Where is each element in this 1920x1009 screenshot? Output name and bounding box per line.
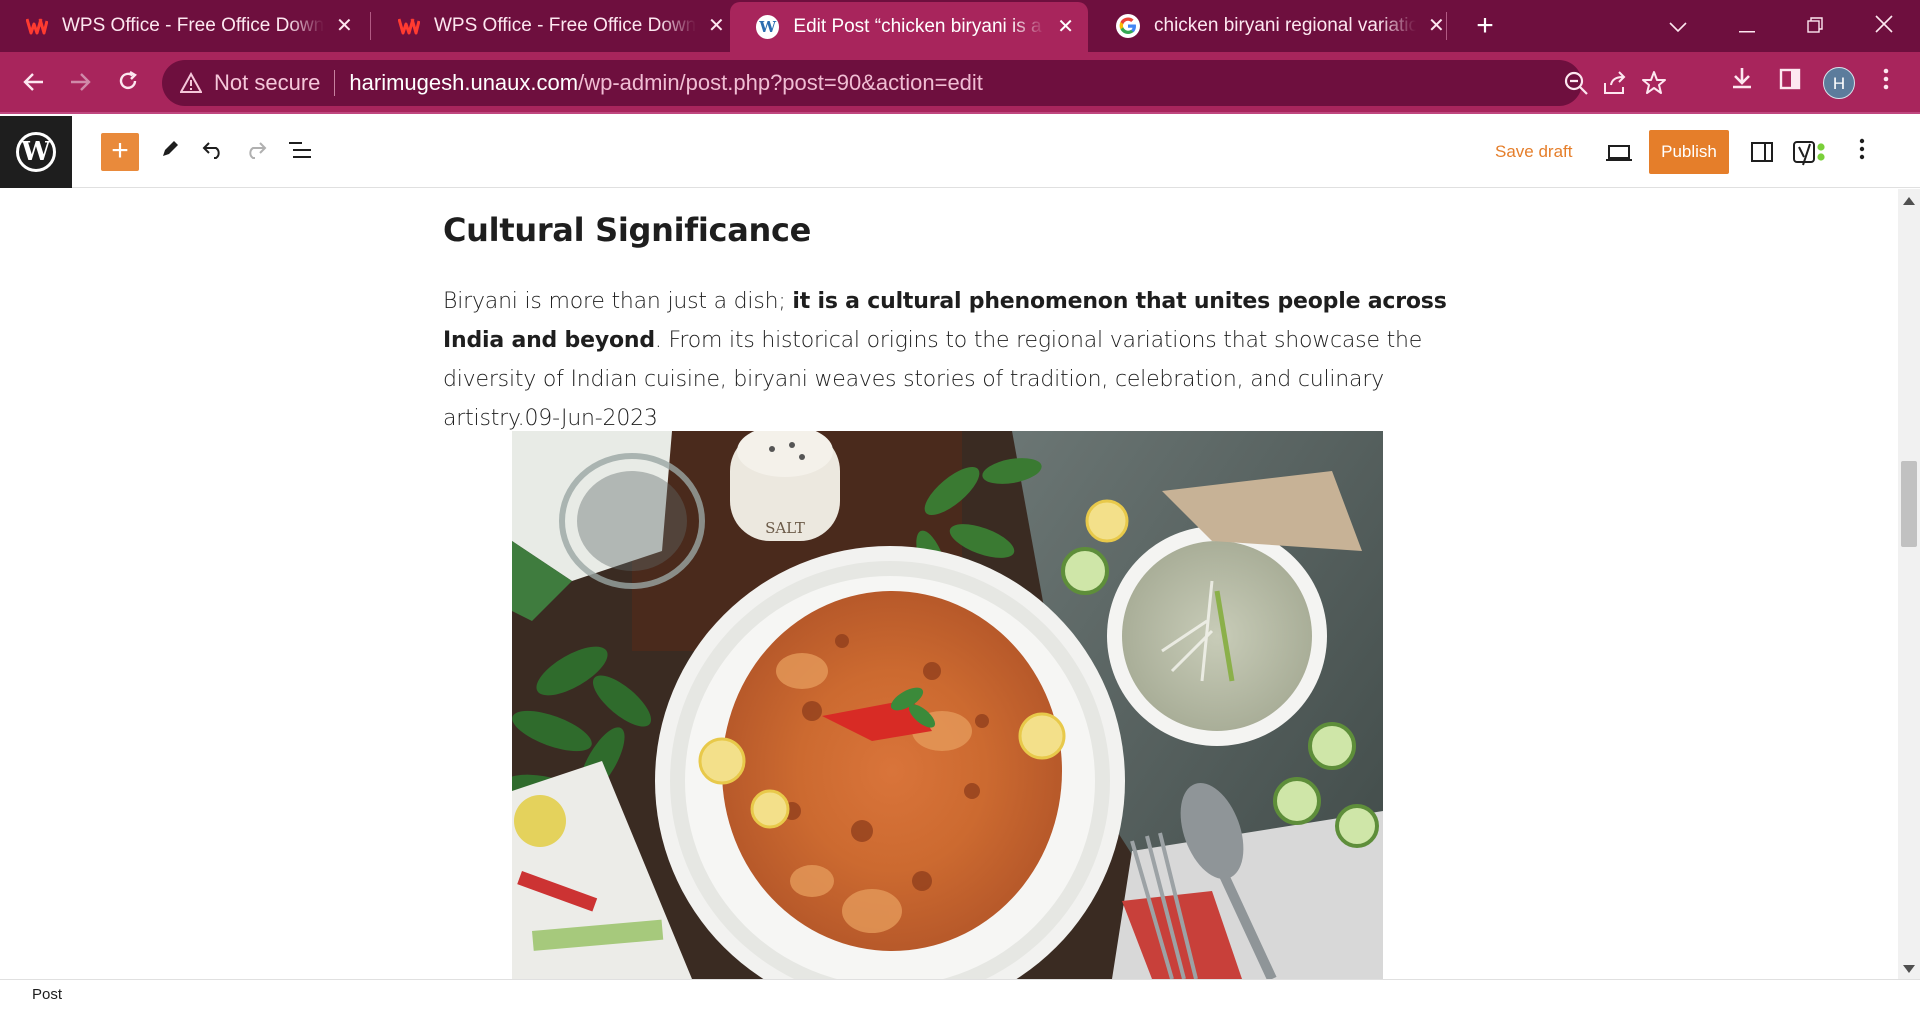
close-icon[interactable]: ✕: [1428, 16, 1445, 36]
browser-tab-2[interactable]: WPS Office - Free Office Downlo ✕: [372, 4, 739, 48]
tab-title: Edit Post “chicken biryani is a wo: [793, 16, 1046, 37]
pencil-icon: [163, 141, 178, 156]
minimize-button[interactable]: [1727, 8, 1767, 44]
wps-icon: [26, 18, 48, 35]
tab-title: WPS Office - Free Office Downlo: [434, 15, 696, 36]
document-overview-button[interactable]: [283, 135, 317, 169]
save-draft-button[interactable]: Save draft: [1495, 138, 1573, 166]
address-bar[interactable]: Not secure harimugesh.unaux.com/wp-admin…: [162, 60, 1666, 106]
security-label[interactable]: Not secure: [214, 70, 320, 96]
reload-icon: [119, 70, 137, 90]
yoast-seo-button[interactable]: [1790, 135, 1830, 169]
share-icon[interactable]: [1601, 69, 1629, 97]
editor-footer: Post: [0, 979, 1920, 1009]
sidebar-settings-icon: [1751, 142, 1773, 162]
warning-icon: [180, 72, 202, 93]
settings-button[interactable]: [1745, 135, 1779, 169]
tools-button[interactable]: [153, 135, 187, 169]
scroll-down-arrow-icon[interactable]: [1903, 965, 1915, 973]
redo-button[interactable]: [239, 135, 273, 169]
editor-header: W + Save draft Publish: [0, 116, 1920, 188]
download-icon: [1733, 68, 1751, 89]
desktop-preview-icon: [1606, 145, 1632, 161]
salt-label: SALT: [765, 519, 805, 537]
redo-icon: [249, 142, 267, 159]
browser-menu-button[interactable]: [1866, 64, 1906, 102]
tab-search-chevron-icon[interactable]: [1658, 8, 1698, 44]
wordpress-icon: W: [16, 132, 56, 172]
close-icon[interactable]: ✕: [708, 16, 725, 36]
scrollbar-thumb[interactable]: [1901, 461, 1917, 547]
restore-button[interactable]: [1795, 8, 1835, 44]
wps-icon: [398, 18, 420, 35]
browser-tab-4[interactable]: chicken biryani regional variation ✕: [1090, 4, 1459, 48]
kebab-menu-icon: [1859, 138, 1865, 160]
zoom-out-icon[interactable]: [1562, 69, 1590, 97]
arrow-right-icon: [71, 73, 91, 91]
back-button[interactable]: [14, 64, 54, 102]
close-icon[interactable]: ✕: [1057, 17, 1074, 37]
list-view-icon: [289, 142, 311, 158]
kebab-menu-icon: [1883, 68, 1889, 90]
browser-toolbar: Not secure harimugesh.unaux.com/wp-admin…: [0, 52, 1920, 114]
yoast-icon: [1793, 141, 1825, 166]
forward-button[interactable]: [60, 64, 100, 102]
google-icon: [1116, 14, 1140, 38]
biryani-photo: SALT: [512, 431, 1383, 979]
new-tab-button[interactable]: +: [1468, 10, 1502, 44]
wordpress-icon: W: [756, 15, 780, 39]
tab-separator: [1446, 12, 1447, 40]
breadcrumb-post[interactable]: Post: [32, 986, 62, 1003]
publish-button[interactable]: Publish: [1649, 130, 1729, 174]
reload-button[interactable]: [108, 64, 148, 102]
tab-title: WPS Office - Free Office Downlo: [62, 15, 324, 36]
tab-separator: [370, 12, 371, 40]
browser-tab-3-active[interactable]: W Edit Post “chicken biryani is a wo ✕: [730, 2, 1088, 52]
options-menu-button[interactable]: [1845, 135, 1879, 169]
divider: [334, 70, 336, 96]
downloads-button[interactable]: [1722, 64, 1762, 102]
wordpress-logo-button[interactable]: W: [0, 116, 72, 188]
star-bookmark-icon[interactable]: [1640, 69, 1668, 97]
arrow-left-icon: [23, 73, 43, 91]
block-inserter-button[interactable]: +: [101, 133, 139, 171]
editor-canvas: Cultural Significance Biryani is more th…: [0, 189, 1898, 979]
paragraph-block[interactable]: Biryani is more than just a dish; it is …: [443, 282, 1463, 438]
side-panel-icon: [1779, 68, 1801, 90]
editor-scrollbar[interactable]: [1898, 189, 1920, 979]
heading-block[interactable]: Cultural Significance: [443, 211, 811, 249]
url-host: harimugesh.unaux.com: [349, 70, 579, 95]
profile-avatar[interactable]: H: [1823, 67, 1855, 99]
scroll-up-arrow-icon[interactable]: [1903, 197, 1915, 205]
side-panel-button[interactable]: [1770, 64, 1810, 102]
paragraph-text: Biryani is more than just a dish;: [443, 289, 793, 314]
undo-button[interactable]: [196, 135, 230, 169]
url-path: /wp-admin/post.php?post=90&action=edit: [578, 70, 983, 95]
preview-button[interactable]: [1602, 136, 1636, 170]
close-icon[interactable]: ✕: [336, 16, 353, 36]
undo-icon: [202, 142, 220, 159]
window-close-button[interactable]: [1864, 8, 1904, 44]
browser-tab-strip: WPS Office - Free Office Downlo ✕ WPS Of…: [0, 0, 1920, 52]
browser-tab-1[interactable]: WPS Office - Free Office Downlo ✕: [0, 4, 367, 48]
tab-title: chicken biryani regional variation: [1154, 15, 1416, 36]
image-block[interactable]: SALT: [512, 431, 1383, 979]
